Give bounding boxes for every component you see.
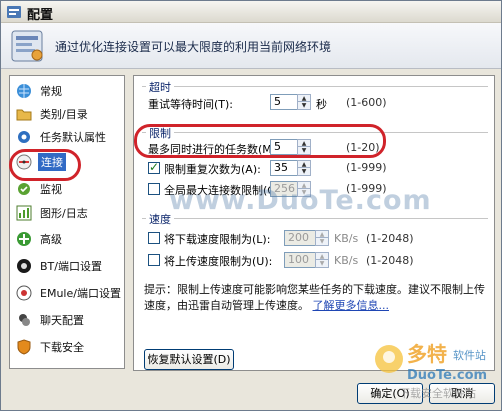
download-limit-spinner[interactable]: ▲ ▼	[315, 230, 329, 246]
sidebar-item-emule-ports[interactable]: EMule/端口设置	[10, 282, 124, 304]
sidebar-item-graphs-logs[interactable]: 图形/日志	[10, 202, 124, 224]
sidebar-item-label: 高级	[40, 233, 62, 246]
ok-button[interactable]: 确定(O)	[357, 383, 423, 404]
sidebar-item-connection[interactable]: 连接	[10, 151, 124, 173]
connection-icon	[16, 154, 32, 170]
chart-icon	[16, 205, 32, 221]
retry-wait-input[interactable]: 5	[270, 94, 298, 110]
sidebar-item-label: 聊天配置	[40, 314, 84, 327]
download-limit-unit: KB/s	[334, 232, 359, 245]
monitor-icon	[18, 183, 30, 195]
settings-panel-icon	[11, 30, 43, 62]
settings-panel: 超时 重试等待时间(T): 5 ▲ ▼ 秒 (1-600) 限制 最多同时进行的任…	[133, 75, 495, 371]
upload-limit-unit: KB/s	[334, 254, 359, 267]
sidebar-item-label: 下载安全	[40, 341, 84, 354]
folder-icon	[16, 109, 32, 121]
retry-wait-label: 重试等待时间(T):	[148, 98, 234, 111]
cancel-button[interactable]: 取消	[429, 383, 495, 404]
global-conn-checkbox[interactable]	[148, 183, 160, 195]
sidebar-item-label: 图形/日志	[40, 207, 88, 220]
shield-icon	[17, 339, 31, 355]
spin-down-icon[interactable]: ▼	[298, 189, 310, 196]
spin-up-icon[interactable]: ▲	[298, 182, 310, 189]
chat-icon	[19, 314, 30, 326]
upload-limit-range: (1-2048)	[366, 254, 414, 267]
sidebar-item-advanced[interactable]: 高级	[10, 228, 124, 250]
retry-limit-spinner[interactable]: ▲ ▼	[297, 160, 311, 176]
advanced-icon	[17, 232, 31, 246]
app-config-icon	[7, 6, 21, 18]
hint-text: 提示：限制上传速度可能影响您某些任务的下载速度。建议不限制上传速度，由迅雷自动管…	[144, 282, 488, 314]
banner-description: 通过优化连接设置可以最大限度的利用当前网络环境	[55, 40, 332, 54]
sidebar-item-monitor[interactable]: 监视	[10, 178, 124, 200]
gear-blue-icon	[18, 131, 30, 143]
spin-up-icon[interactable]: ▲	[298, 161, 310, 168]
speed-group-label: 速度	[146, 211, 174, 227]
spin-up-icon[interactable]: ▲	[316, 253, 328, 260]
sidebar-item-label: EMule/端口设置	[40, 287, 121, 300]
spin-down-icon[interactable]: ▼	[298, 147, 310, 154]
upload-limit-input[interactable]: 100	[284, 252, 316, 268]
download-limit-range: (1-2048)	[366, 232, 414, 245]
sidebar-item-category[interactable]: 类别/目录	[10, 103, 124, 125]
global-conn-spinner[interactable]: ▲ ▼	[297, 181, 311, 197]
limit-group-label: 限制	[146, 125, 174, 141]
upload-limit-spinner[interactable]: ▲ ▼	[315, 252, 329, 268]
retry-limit-label: 限制重复次数为(A):	[164, 163, 261, 176]
max-tasks-label: 最多同时进行的任务数(M):	[148, 143, 280, 156]
bt-icon	[17, 259, 31, 273]
upload-limit-checkbox[interactable]	[148, 254, 160, 266]
sidebar-item-download-security[interactable]: 下载安全	[10, 336, 124, 358]
sidebar-item-label: 连接	[38, 153, 66, 171]
spin-down-icon[interactable]: ▼	[316, 238, 328, 245]
download-limit-label: 将下载速度限制为(L):	[164, 233, 271, 246]
retry-wait-unit: 秒	[316, 98, 327, 111]
window-title: 配置	[27, 8, 54, 23]
spin-up-icon[interactable]: ▲	[298, 95, 310, 102]
sidebar-item-general[interactable]: 常规	[10, 80, 124, 102]
spin-down-icon[interactable]: ▼	[316, 260, 328, 267]
learn-more-link[interactable]: 了解更多信息...	[313, 299, 390, 312]
max-tasks-input[interactable]: 5	[270, 139, 298, 155]
header-banner: 通过优化连接设置可以最大限度的利用当前网络环境	[1, 23, 501, 69]
download-limit-checkbox[interactable]	[148, 232, 160, 244]
sidebar-item-label: 监视	[40, 183, 62, 196]
timeout-group-label: 超时	[146, 79, 174, 95]
sidebar-item-label: BT/端口设置	[40, 260, 102, 273]
restore-defaults-button[interactable]: 恢复默认设置(D)	[144, 349, 234, 370]
category-sidebar[interactable]: 常规 类别/目录 任务默认属性 连接 监视 图形/日志 高级 BT/端口设置 E…	[9, 75, 125, 369]
sidebar-item-chat[interactable]: 聊天配置	[10, 309, 124, 331]
global-conn-label: 全局最大连接数限制(G)	[164, 184, 281, 197]
global-conn-range: (1-999)	[346, 182, 387, 195]
sidebar-item-label: 类别/目录	[40, 108, 88, 121]
retry-wait-range: (1-600)	[346, 96, 387, 109]
spin-down-icon[interactable]: ▼	[298, 168, 310, 175]
config-window: 配置 通过优化连接设置可以最大限度的利用当前网络环境 常规 类别/目录 任务默认…	[0, 0, 502, 411]
emule-icon	[16, 285, 32, 301]
spin-up-icon[interactable]: ▲	[298, 140, 310, 147]
download-limit-input[interactable]: 200	[284, 230, 316, 246]
title-bar[interactable]: 配置	[1, 1, 501, 23]
spin-up-icon[interactable]: ▲	[316, 231, 328, 238]
retry-limit-range: (1-999)	[346, 161, 387, 174]
upload-limit-label: 将上传速度限制为(U):	[164, 255, 273, 268]
sidebar-item-bt-ports[interactable]: BT/端口设置	[10, 255, 124, 277]
max-tasks-spinner[interactable]: ▲ ▼	[297, 139, 311, 155]
spin-down-icon[interactable]: ▼	[298, 102, 310, 109]
globe-icon	[17, 84, 31, 98]
retry-wait-spinner[interactable]: ▲ ▼	[297, 94, 311, 110]
sidebar-item-task-defaults[interactable]: 任务默认属性	[10, 126, 124, 148]
global-conn-input[interactable]: 256	[270, 181, 298, 197]
max-tasks-range: (1-20)	[346, 141, 380, 154]
retry-limit-input[interactable]: 35	[270, 160, 298, 176]
sidebar-item-label: 任务默认属性	[40, 131, 106, 144]
retry-limit-checkbox[interactable]	[148, 160, 160, 174]
sidebar-item-label: 常规	[40, 85, 62, 98]
